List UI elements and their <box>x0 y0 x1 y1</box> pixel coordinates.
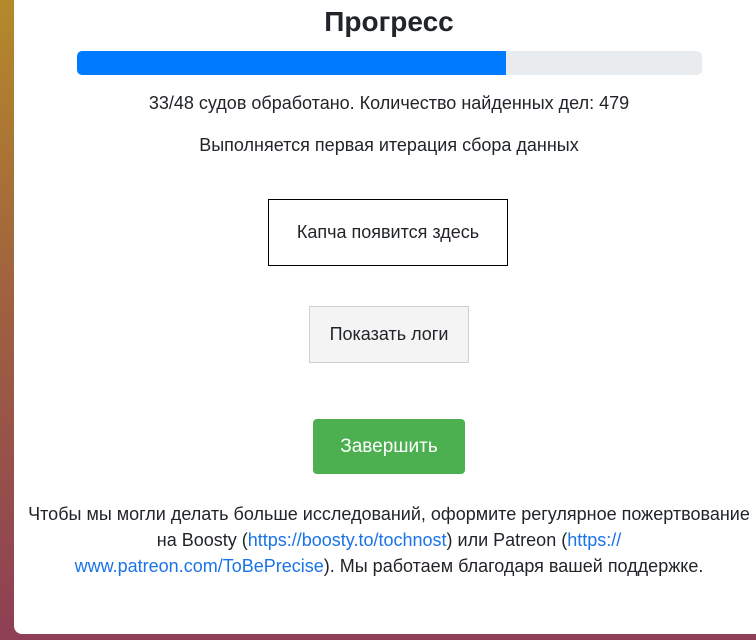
donation-message: Чтобы мы могли делать больше исследовани… <box>28 501 750 579</box>
progress-card: Прогресс 33/48 судов обработано. Количес… <box>14 0 756 634</box>
progress-bar-fill <box>77 51 506 75</box>
courts-status-text: 33/48 судов обработано. Количество найде… <box>148 93 630 113</box>
show-logs-button[interactable]: Показать логи <box>309 306 469 363</box>
captcha-container[interactable]: Капча появится здесь <box>268 199 508 266</box>
captcha-placeholder-text: Капча появится здесь <box>296 222 480 242</box>
iteration-status-text: Выполняется первая итерация сбора данных <box>199 135 579 155</box>
donation-text-part-3: ). Мы работаем благодаря вашей поддержке… <box>323 556 704 576</box>
boosty-link[interactable]: https://boosty.to/tochnost <box>248 530 447 550</box>
finish-button[interactable]: Завершить <box>313 419 465 474</box>
donation-text-part-2: ) или Patreon ( <box>446 530 568 550</box>
page-title: Прогресс <box>324 6 454 37</box>
progress-bar <box>77 51 702 75</box>
